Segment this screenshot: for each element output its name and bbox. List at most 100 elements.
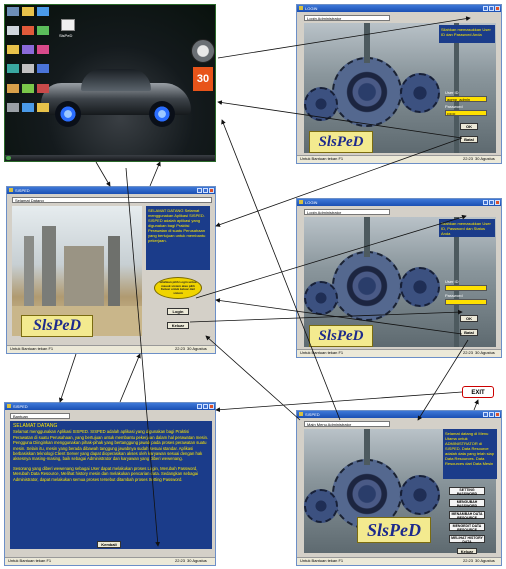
recycle-bin-icon[interactable] xyxy=(7,26,19,36)
add-resource-button[interactable]: MENAMBAH DATA RESOURCE xyxy=(449,511,485,520)
header-label: Bantuan xyxy=(10,413,70,419)
sisped-logo: SlsPeD xyxy=(357,517,431,543)
status-date: 30 Agustus 2010 xyxy=(187,346,207,353)
status-help: Untuk Bantuan tekan F1 xyxy=(300,350,344,355)
folder-icon[interactable] xyxy=(7,45,19,55)
back-button[interactable]: Kembali xyxy=(97,541,121,548)
close-button[interactable] xyxy=(495,412,500,417)
calendar-gadget: 30 xyxy=(193,67,213,91)
status-date: 30 Agustus 2010 xyxy=(475,558,495,565)
maximize-button[interactable] xyxy=(489,412,494,417)
close-button[interactable] xyxy=(209,188,214,193)
taskbar xyxy=(5,155,215,161)
login-button[interactable]: Login xyxy=(167,308,189,315)
close-button[interactable] xyxy=(495,6,500,11)
app-icon[interactable] xyxy=(37,83,49,93)
status-bar: Untuk Bantuan tekan F1 22:2330 Agustus 20… xyxy=(7,345,215,353)
window-title: LOGIN xyxy=(305,200,318,205)
ok-button[interactable]: OK xyxy=(460,123,478,130)
maximize-button[interactable] xyxy=(489,6,494,11)
maximize-button[interactable] xyxy=(489,200,494,205)
main-menu-window: SISPED Main Menu Administrator Selamat d… xyxy=(296,410,502,566)
password-field[interactable] xyxy=(445,299,487,305)
app-icon[interactable] xyxy=(22,64,34,74)
computer-icon[interactable] xyxy=(7,7,19,16)
header-label: Main Menu Administrator xyxy=(304,421,390,427)
user-id-field[interactable]: aqmp_admin xyxy=(445,96,487,102)
status-time: 22:23 xyxy=(175,558,186,563)
sisped-shortcut-icon[interactable] xyxy=(61,19,75,31)
app-icon[interactable] xyxy=(22,83,34,93)
user-id-field[interactable] xyxy=(445,285,487,291)
info-box: Silahkan memasukkan User ID dan Password… xyxy=(439,25,495,43)
status-time: 22:23 xyxy=(463,558,474,563)
minimize-button[interactable] xyxy=(483,6,488,11)
login-window-1: LOGIN Login Administrator Silahkan memas… xyxy=(296,4,502,164)
status-time: 22:23 xyxy=(463,156,474,161)
app-icon xyxy=(7,404,11,408)
app-icon[interactable] xyxy=(7,102,19,112)
info-box: Silahkan memasukkan User ID, Password da… xyxy=(439,219,495,237)
cancel-button[interactable]: Batal xyxy=(460,136,478,143)
app-icon[interactable] xyxy=(7,83,19,93)
cancel-button[interactable]: Batal xyxy=(460,329,478,336)
window-title: SISPED xyxy=(15,188,30,193)
status-bar: Untuk Bantuan tekan F1 22:2330 Agustus 20… xyxy=(297,155,501,163)
desktop-screenshot: SlsPeD 30 xyxy=(4,4,216,162)
status-help: Untuk Bantuan tekan F1 xyxy=(8,558,52,563)
status-help: Untuk Bantuan tekan F1 xyxy=(10,346,54,351)
password-label: Password xyxy=(445,104,463,109)
user-id-label: User ID xyxy=(445,90,459,95)
arrow-menu-to-splash xyxy=(205,335,301,421)
info-text: Selamat datang di Menu Utama untuk ADMIN… xyxy=(445,431,494,466)
sisped-logo: SlsPeD xyxy=(21,315,93,337)
app-icon[interactable] xyxy=(37,102,49,112)
callout-bubble: Silahkan pilih Login untuk masuk sistem … xyxy=(154,277,202,299)
title-bar: LOGIN xyxy=(297,5,501,12)
close-button[interactable] xyxy=(209,404,214,409)
app-icon[interactable] xyxy=(37,64,49,74)
status-date: 30 Agustus 2010 xyxy=(475,156,495,163)
setting-password-button[interactable]: SETTING PASSWORD xyxy=(449,487,485,496)
app-icon[interactable] xyxy=(37,7,49,16)
header-label: Selamat Datang xyxy=(12,197,212,203)
password-label: Password xyxy=(445,293,463,298)
document-icon[interactable] xyxy=(22,26,34,36)
car-image xyxy=(41,65,191,127)
window-title: LOGIN xyxy=(305,6,318,11)
arrow-menu-to-exit xyxy=(473,399,479,411)
arrow-desktop-to-splash xyxy=(95,161,111,187)
app-icon[interactable] xyxy=(22,102,34,112)
exit-button[interactable]: Keluar xyxy=(457,548,477,554)
folder-icon[interactable] xyxy=(22,7,34,16)
status-date: 30 Agustus 2010 xyxy=(475,350,495,357)
app-icon xyxy=(9,188,13,192)
clock-gadget xyxy=(191,39,215,63)
close-button[interactable] xyxy=(495,200,500,205)
history-data-button[interactable]: MELIHAT HISTORY DATA xyxy=(449,535,485,544)
app-icon[interactable] xyxy=(37,45,49,55)
status-bar: Untuk Bantuan tekan F1 22:2330 Agustus 20… xyxy=(297,557,501,565)
status-bar: Untuk Bantuan tekan F1 22:2330 Agustus 20… xyxy=(297,349,501,357)
start-button[interactable] xyxy=(6,156,11,160)
exit-button[interactable]: Keluar xyxy=(167,322,189,329)
maximize-button[interactable] xyxy=(203,188,208,193)
title-bar: LOGIN xyxy=(297,199,501,206)
exit-box: EXIT xyxy=(462,386,494,398)
minimize-button[interactable] xyxy=(197,188,202,193)
desktop-icons xyxy=(7,7,53,117)
ok-button[interactable]: OK xyxy=(460,315,478,322)
edit-resource-button[interactable]: MENGEDIT DATA RESOURCE xyxy=(449,523,485,532)
minimize-button[interactable] xyxy=(483,412,488,417)
title-bar: SISPED xyxy=(297,411,501,418)
minimize-button[interactable] xyxy=(483,200,488,205)
app-icon[interactable] xyxy=(7,64,19,74)
maximize-button[interactable] xyxy=(203,404,208,409)
window-title: SISPED xyxy=(13,404,28,409)
sisped-logo: SlsPeD xyxy=(309,131,373,153)
network-icon[interactable] xyxy=(37,26,49,36)
app-icon[interactable] xyxy=(22,45,34,55)
change-password-button[interactable]: MENGUBAH PASSWORD xyxy=(449,499,485,508)
minimize-button[interactable] xyxy=(197,404,202,409)
password-field[interactable]: •••••• xyxy=(445,110,487,116)
